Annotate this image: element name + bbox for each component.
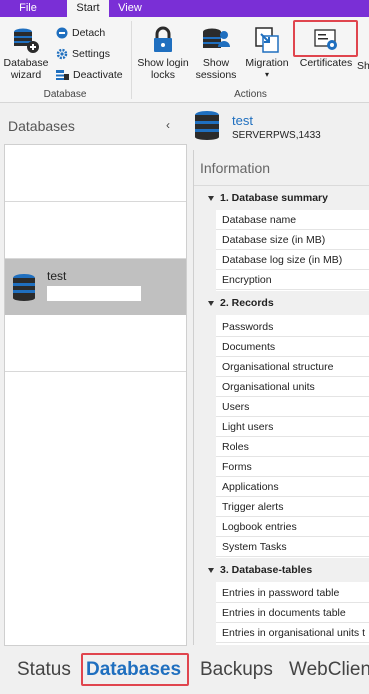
tab-start[interactable]: Start: [67, 0, 109, 17]
database-slot-empty[interactable]: [5, 145, 186, 202]
settings-label: Settings: [72, 48, 110, 60]
database-wizard-label: Database wizard: [3, 57, 49, 81]
show-login-locks-button[interactable]: Show login locks: [135, 26, 191, 81]
group-divider: [131, 21, 132, 99]
migration-button[interactable]: Migration ▾: [241, 26, 293, 81]
selected-database-header: test SERVERPWS,1433: [190, 104, 369, 144]
property-row[interactable]: Organisational structure: [216, 357, 369, 377]
collapse-panel-icon[interactable]: ‹: [166, 118, 170, 132]
ribbon: Database wizard Detach Settings Deactiva…: [0, 17, 369, 103]
expand-triangle-icon: [208, 567, 214, 573]
database-subtitle-field: [47, 286, 141, 301]
gear-icon: [56, 48, 68, 60]
chevron-down-icon: ▾: [264, 70, 269, 79]
migration-label: Migration: [245, 57, 289, 69]
property-row[interactable]: Entries in documents table: [216, 603, 369, 623]
property-row[interactable]: Applications: [216, 477, 369, 497]
lock-icon: [154, 26, 172, 52]
database-group-label: Database: [43, 89, 87, 100]
nav-status[interactable]: Status: [17, 659, 71, 681]
property-row[interactable]: Light users: [216, 417, 369, 437]
category-database-tables[interactable]: 3. Database-tables: [194, 558, 369, 582]
databases-nav-highlight: [81, 653, 189, 686]
tab-view[interactable]: View: [110, 0, 150, 17]
property-row[interactable]: Roles: [216, 437, 369, 457]
bottom-navigation: Status Databases Backups WebClien: [0, 646, 369, 694]
database-wizard-button[interactable]: Database wizard: [2, 26, 50, 81]
show-login-locks-label: Show login locks: [137, 57, 189, 81]
database-wizard-icon: [14, 28, 39, 53]
expand-triangle-icon: [208, 195, 214, 201]
property-row[interactable]: Passwords: [216, 317, 369, 337]
property-row[interactable]: System Tasks: [216, 537, 369, 557]
category-database-summary[interactable]: 1. Database summary: [194, 186, 369, 210]
database-slot-empty[interactable]: [5, 202, 186, 259]
databases-panel-header: Databases ‹: [0, 104, 190, 144]
database-icon: [13, 274, 35, 301]
nav-backups[interactable]: Backups: [200, 659, 273, 681]
show-sessions-label: Show sessions: [195, 57, 237, 81]
property-row[interactable]: Encryption: [216, 270, 369, 290]
property-row[interactable]: Entries in password table: [216, 583, 369, 603]
expand-triangle-icon: [208, 300, 214, 306]
property-row[interactable]: Database name: [216, 210, 369, 230]
overflow-button[interactable]: Sh: [357, 60, 369, 72]
category-records[interactable]: 2. Records: [194, 291, 369, 315]
category-title: 1. Database summary: [220, 192, 328, 204]
sessions-icon: [203, 28, 230, 48]
database-list-item-selected[interactable]: test: [5, 259, 186, 315]
detach-icon: [56, 27, 68, 39]
detach-button[interactable]: Detach: [56, 25, 105, 41]
tab-file[interactable]: File: [8, 0, 48, 17]
property-row[interactable]: Entries in organisational units t: [216, 623, 369, 643]
databases-panel-title: Databases: [8, 118, 75, 134]
property-row[interactable]: Database log size (in MB): [216, 250, 369, 270]
database-name: test: [47, 269, 67, 283]
property-row[interactable]: Organisational units: [216, 377, 369, 397]
selected-database-name: test: [232, 113, 253, 128]
settings-button[interactable]: Settings: [56, 46, 110, 62]
property-row[interactable]: Documents: [216, 337, 369, 357]
category-title: 3. Database-tables: [220, 564, 313, 576]
database-icon: [195, 111, 219, 140]
property-grid: Information 1. Database summary Database…: [193, 150, 369, 645]
certificates-label: Certificates: [299, 57, 353, 69]
information-header: Information: [194, 150, 369, 186]
ribbon-tab-bar: File Start View: [0, 0, 369, 17]
migration-icon: [255, 27, 279, 53]
database-list: test: [4, 144, 187, 646]
show-sessions-button[interactable]: Show sessions: [193, 26, 239, 81]
deactivate-button[interactable]: Deactivate: [56, 67, 123, 83]
nav-webclient[interactable]: WebClien: [289, 659, 369, 681]
selected-database-server: SERVERPWS,1433: [232, 130, 321, 141]
detach-label: Detach: [72, 27, 106, 39]
deactivate-label: Deactivate: [73, 69, 123, 81]
certificates-highlight: [293, 20, 358, 57]
actions-group-label: Actions: [234, 89, 267, 100]
property-row[interactable]: Trigger alerts: [216, 497, 369, 517]
database-slot-empty[interactable]: [5, 315, 186, 372]
property-row[interactable]: Database size (in MB): [216, 230, 369, 250]
property-row[interactable]: Users: [216, 397, 369, 417]
property-row[interactable]: Forms: [216, 457, 369, 477]
category-title: 2. Records: [220, 297, 274, 309]
property-row[interactable]: Logbook entries: [216, 517, 369, 537]
deactivate-icon: [56, 70, 69, 80]
